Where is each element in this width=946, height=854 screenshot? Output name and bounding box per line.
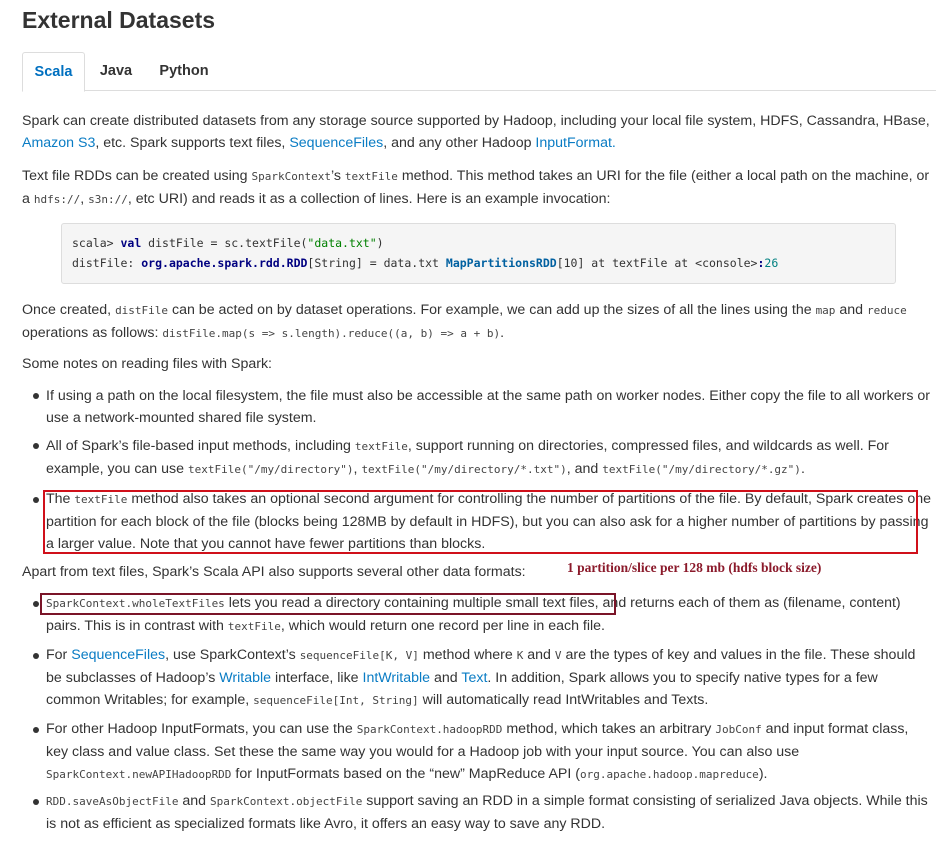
link-inputformat[interactable]: InputFormat [535,135,612,151]
text: and [835,302,867,318]
code-example: textFile("/my/directory/*.txt") [361,463,567,476]
code-type: org.apache.spark.rdd.RDD [141,256,308,270]
text: , [80,191,89,207]
code-line-2: distFile: org.apache.spark.rdd.RDD[Strin… [72,253,885,273]
bullet [33,443,39,449]
link-text[interactable]: Text [461,670,487,686]
link-sequencefiles[interactable]: SequenceFiles [289,135,383,151]
code-saveasobjectfile: RDD.saveAsObjectFile [46,795,179,808]
text: and [178,793,211,809]
text: , and [566,461,603,477]
notes-heading: Some notes on reading files with Spark: [22,356,272,372]
list-item: For SequenceFiles, use SparkContext’s se… [46,644,934,712]
bullet [33,393,39,399]
code-sequencefile-example: sequenceFile[Int, String] [253,694,419,707]
text: For other Hadoop InputFormats, you can u… [46,721,357,737]
page-title: External Datasets [22,7,216,33]
bullet [33,653,39,659]
text: , use SparkContext’s [165,647,300,663]
bullet [33,497,39,503]
code-token: distFile = sc.textFile( [141,236,308,250]
once-paragraph: Once created, distFile can be acted on b… [22,299,934,345]
code-class: MapPartitionsRDD [445,256,557,270]
code-keyword: val [120,236,142,250]
language-tabs: Scala Java Python [22,52,936,92]
text: ). [758,766,768,782]
code-v: V [554,649,562,662]
list-item: All of Spark’s file-based input methods,… [46,435,934,481]
list-item: If using a path on the local filesystem,… [46,388,931,426]
code-map: map [815,304,836,317]
text: Text file RDDs can be created using [22,168,252,184]
text: can be acted on by dataset operations. F… [168,302,816,318]
code-number: 26 [764,256,779,270]
textfile-paragraph: Text file RDDs can be created using Spar… [22,165,934,211]
code-token: scala> [72,236,121,250]
text: and [523,647,555,663]
code-textfile: textFile [344,170,398,183]
text: for InputFormats based on the “new” MapR… [231,766,580,782]
code-textfile: textFile [354,440,408,453]
text: ’s [330,168,345,184]
code-map-reduce: distFile.map(s => s.length).reduce((a, b… [162,327,501,340]
text: For [46,647,72,663]
apart-paragraph: Apart from text files, Spark’s Scala API… [22,564,526,580]
text: Once created, [22,302,116,318]
code-example: textFile("/my/directory") [187,463,354,476]
code-jobconf: JobConf [715,723,762,736]
tab-java[interactable]: Java [88,52,144,91]
list-item: RDD.saveAsObjectFile and SparkContext.ob… [46,790,934,835]
code-objectfile: SparkContext.objectFile [210,795,363,808]
bullet [33,601,39,607]
code-distfile: distFile [115,304,169,317]
highlight-box-partitions [43,490,918,554]
code-sequencefile: sequenceFile[K, V] [299,649,419,662]
code-token: ) [376,236,384,250]
code-line-1: scala> val distFile = sc.textFile("data.… [72,233,885,253]
code-reduce: reduce [867,304,907,317]
highlight-box-wholetextfiles [40,593,616,615]
text: , which would return one record per line… [280,618,605,634]
list-item: For other Hadoop InputFormats, you can u… [46,718,934,786]
link-writable[interactable]: Writable [219,670,271,686]
text: Spark can create distributed datasets fr… [22,113,930,129]
tab-scala[interactable]: Scala [22,52,85,92]
text: All of Spark’s file-based input methods,… [46,438,355,454]
link-intwritable[interactable]: IntWritable [363,670,431,686]
text: . [800,461,805,477]
code-token: [10] at textFile at <console> [556,256,758,270]
code-s3n: s3n:// [88,193,128,206]
text: , and any other Hadoop [383,135,536,151]
text: . [500,325,505,341]
code-newapihadooprdd: SparkContext.newAPIHadoopRDD [46,768,232,781]
bullet [33,799,39,805]
code-sparkcontext: SparkContext [251,170,331,183]
link-amazon-s3[interactable]: Amazon S3 [22,135,95,151]
link-sequencefiles[interactable]: SequenceFiles [71,647,165,663]
doc-page: External Datasets Scala Java Python Spar… [0,0,946,854]
code-string: "data.txt" [307,236,377,250]
text: operations as follows: [22,325,163,341]
text: , etc URI) and reads it as a collection … [127,191,611,207]
code-example: textFile("/my/directory/*.gz") [602,463,801,476]
code-mapreduce-package: org.apache.hadoop.mapreduce [580,768,759,781]
text: method, which takes an arbitrary [502,721,716,737]
intro-paragraph: Spark can create distributed datasets fr… [22,110,934,154]
code-hadooprdd: SparkContext.hadoopRDD [356,723,503,736]
tab-python[interactable]: Python [149,52,219,91]
code-textfile: textFile [227,620,281,633]
text: and [430,670,462,686]
text: , etc. Spark supports text files, [95,135,290,151]
code-token: distFile: [72,256,142,270]
bullet [33,727,39,733]
text: will automatically read IntWritables and… [418,692,709,708]
code-token: [String] = data.txt [307,256,446,270]
text: interface, like [271,670,363,686]
text: . [611,135,616,151]
code-block: scala> val distFile = sc.textFile("data.… [61,223,896,284]
text: method where [418,647,517,663]
code-hdfs: hdfs:// [33,193,81,206]
